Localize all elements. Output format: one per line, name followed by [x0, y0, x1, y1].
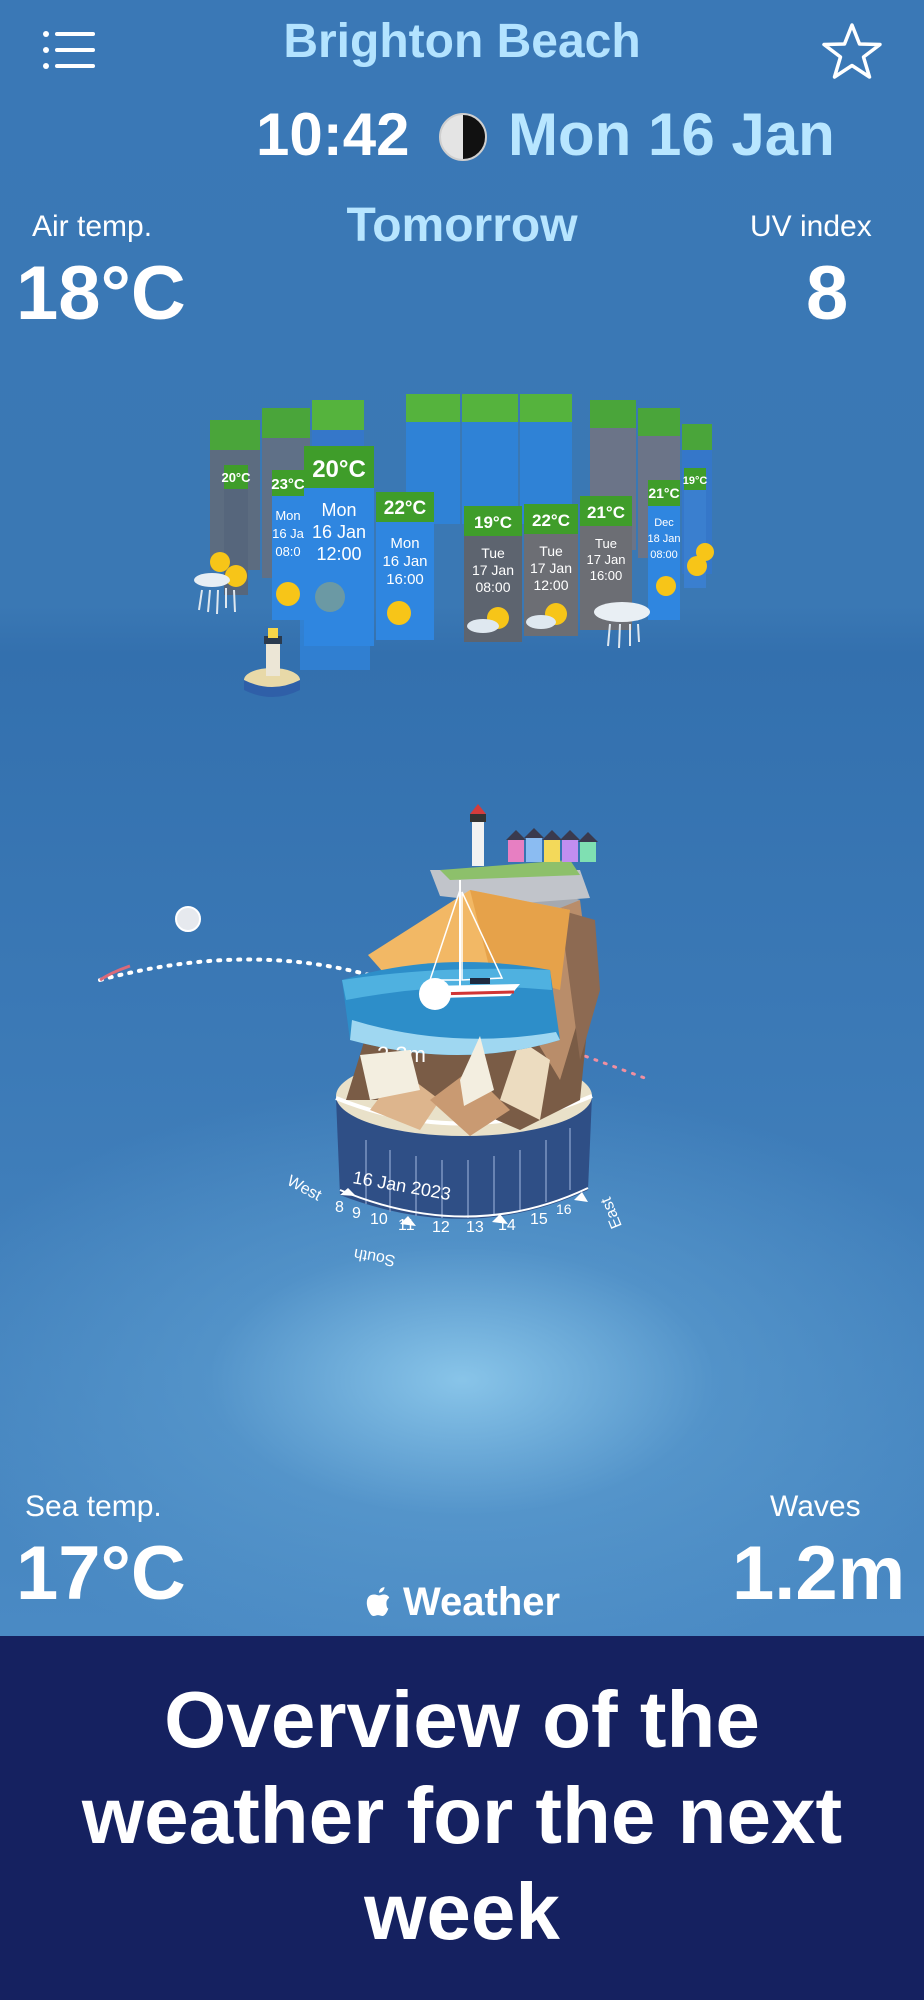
hour-label: 9 [352, 1205, 361, 1222]
hour-label: 11 [398, 1217, 415, 1234]
forecast-wheel[interactable]: 20°C 23°C Mon 16 Ja 08:0 20°C Mon 16 Jan… [180, 380, 740, 710]
card-time: 16:00 [590, 568, 623, 583]
hour-label: 14 [498, 1217, 516, 1234]
side-left-date: 16 Ja [272, 526, 305, 541]
card-date: 16 Jan [312, 522, 366, 542]
card-temp: 21°C [587, 503, 625, 522]
weather-brand: Weather [0, 1580, 924, 1625]
half-moon-icon [439, 113, 487, 161]
caption-banner: Overview of the weather for the next wee… [0, 1636, 924, 2000]
side-right-date: 18 Jan [647, 533, 680, 545]
card-time: 08:00 [475, 579, 510, 595]
hour-label: 16 [556, 1201, 572, 1217]
compass-south: South [353, 1245, 397, 1269]
card-temp: 19°C [474, 513, 512, 532]
caption-line: week [364, 1867, 560, 1956]
forecast-side-right: 21°C Dec 18 Jan 08:00 19°C [647, 468, 714, 620]
weather-screen: Brighton Beach 10:42 Mon 16 Jan Air temp… [0, 0, 924, 1636]
side-left-day: Mon [275, 508, 300, 523]
uv-index-label: UV index [750, 210, 872, 243]
hour-label: 12 [432, 1219, 450, 1236]
moon-marker [175, 906, 201, 932]
card-temp: 22°C [532, 511, 570, 530]
side-right-temp1: 21°C [648, 485, 679, 501]
caption-line: weather for the next [81, 1771, 843, 1860]
side-left-temp2: 23°C [271, 476, 305, 493]
side-left-temp1: 20°C [221, 470, 251, 485]
lighthouse-icon [470, 804, 486, 866]
sea-temp-label: Sea temp. [25, 1490, 162, 1523]
sun-marker[interactable] [419, 978, 451, 1010]
sun-path-start [99, 964, 131, 982]
current-date: Mon 16 Jan [508, 101, 835, 168]
side-right-time: 08:00 [650, 549, 678, 561]
side-right-temp2: 19°C [683, 475, 708, 487]
side-right-day: Dec [654, 517, 674, 529]
card-date: 17 Jan [530, 560, 572, 576]
hour-label: 13 [466, 1219, 484, 1236]
compass-west: West [284, 1173, 324, 1205]
sun-icon [387, 601, 411, 625]
forecast-card[interactable]: 22°C Mon 16 Jan 16:00 [376, 492, 434, 640]
card-temp: 20°C [312, 456, 366, 483]
card-day: Tue [539, 543, 563, 559]
card-day: Mon [390, 535, 419, 552]
weather-brand-text: Weather [403, 1580, 561, 1624]
hour-label: 15 [530, 1211, 548, 1228]
uv-index-value: 8 [806, 251, 849, 336]
card-date: 17 Jan [472, 562, 514, 578]
sea [342, 962, 560, 1055]
air-temp-value: 18°C [16, 251, 186, 336]
lighthouse-icon [244, 580, 370, 697]
card-temp: 22°C [384, 498, 427, 519]
card-time: 16:00 [386, 571, 424, 588]
caption-text: Overview of the weather for the next wee… [40, 1672, 884, 1960]
card-day: Mon [321, 500, 356, 520]
beach-scene[interactable]: 16 Jan 2023 8 9 10 11 12 13 14 15 16 Wes… [90, 800, 690, 1280]
side-left-time: 08:0 [275, 544, 300, 559]
forecast-card[interactable]: 19°C Tue 17 Jan 08:00 [464, 506, 522, 642]
compass-east: East [598, 1194, 626, 1231]
location-title[interactable]: Brighton Beach [0, 14, 924, 69]
star-outline-icon[interactable] [820, 20, 884, 84]
card-time: 12:00 [533, 577, 568, 593]
sun-path [98, 957, 382, 982]
caption-line: Overview of the [164, 1675, 760, 1764]
card-day: Tue [481, 545, 505, 561]
current-time: 10:42 [256, 101, 410, 168]
hour-label: 10 [370, 1211, 388, 1228]
card-time: 12:00 [316, 544, 361, 564]
waves-label: Waves [770, 1490, 861, 1523]
card-date: 16 Jan [382, 553, 427, 570]
hour-label: 8 [335, 1199, 344, 1216]
card-date: 17 Jan [586, 552, 625, 567]
houses [506, 828, 598, 862]
forecast-card[interactable]: 22°C Tue 17 Jan 12:00 [524, 504, 578, 636]
apple-logo-icon [366, 1587, 390, 1616]
card-day: Tue [595, 536, 617, 551]
